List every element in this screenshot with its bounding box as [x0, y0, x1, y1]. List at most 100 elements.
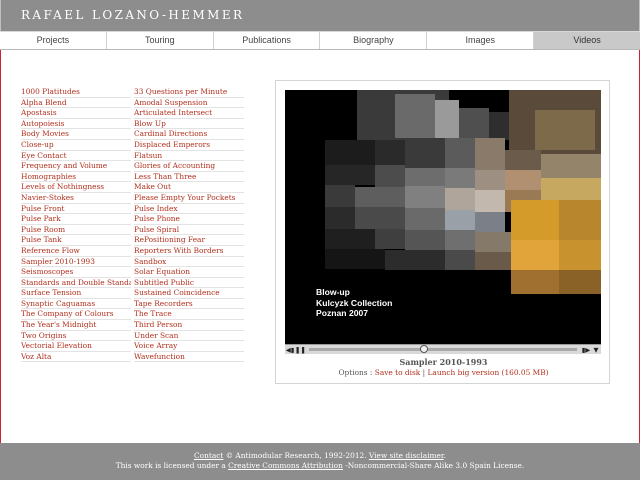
tab-videos[interactable]: Videos: [534, 32, 640, 49]
video-link[interactable]: Tape Recorders: [134, 299, 244, 310]
video-mosaic-tile: [489, 112, 509, 140]
caption-line-2: Kulcyzk Collection: [316, 297, 393, 308]
video-link[interactable]: Pulse Front: [21, 204, 131, 215]
video-link[interactable]: Make Out: [134, 182, 244, 193]
video-link[interactable]: The Trace: [134, 309, 244, 321]
video-link[interactable]: Close-up: [21, 140, 131, 151]
video-link[interactable]: Pulse Phone: [134, 214, 244, 225]
video-link[interactable]: Solar Equation: [134, 267, 244, 278]
video-frame[interactable]: Blow-up Kulcyzk Collection Poznan 2007: [285, 90, 601, 344]
video-link[interactable]: 1000 Platitudes: [21, 87, 131, 98]
video-mosaic-tile: [445, 230, 475, 250]
tab-touring[interactable]: Touring: [107, 32, 214, 49]
video-link[interactable]: Blow Up: [134, 119, 244, 130]
site-title[interactable]: RAFAEL LOZANO-HEMMER: [21, 8, 244, 22]
video-caption: Blow-up Kulcyzk Collection Poznan 2007: [316, 287, 392, 319]
video-mosaic-tile: [445, 250, 475, 270]
video-link[interactable]: Pulse Index: [134, 204, 244, 215]
fast-forward-icon[interactable]: ▮▶: [581, 345, 591, 355]
video-link[interactable]: Two Origins: [21, 331, 131, 342]
tab-publications[interactable]: Publications: [214, 32, 321, 49]
video-mosaic-tile: [505, 170, 541, 190]
footer-period: .: [443, 451, 447, 460]
video-link[interactable]: Frequency and Volume: [21, 161, 131, 172]
video-list-right: 33 Questions per Minute Amodal Suspension…: [134, 87, 244, 363]
video-link[interactable]: Vectorial Elevation: [21, 341, 131, 352]
video-link[interactable]: Voz Alta: [21, 352, 131, 363]
video-link[interactable]: Navier-Stokes: [21, 193, 131, 204]
video-link[interactable]: Third Person: [134, 320, 244, 331]
contact-link[interactable]: Contact: [194, 451, 223, 460]
video-link[interactable]: Less Than Three: [134, 172, 244, 183]
video-link[interactable]: Apostasis: [21, 108, 131, 119]
video-mosaic-tile: [325, 249, 385, 269]
video-player-panel: Blow-up Kulcyzk Collection Poznan 2007 ◀…: [275, 80, 610, 384]
video-link[interactable]: Sampler 2010-1993: [21, 257, 131, 268]
video-link[interactable]: Wavefunction: [134, 352, 244, 363]
video-link[interactable]: Sandbox: [134, 257, 244, 268]
tab-images[interactable]: Images: [427, 32, 535, 49]
video-mosaic-tile: [405, 230, 445, 250]
video-mosaic-tile: [405, 186, 445, 208]
video-link[interactable]: Homographies: [21, 172, 131, 183]
video-link[interactable]: Reference Flow: [21, 246, 131, 257]
seek-handle[interactable]: [420, 345, 429, 353]
video-mosaic-tile: [559, 240, 601, 270]
creative-commons-link[interactable]: Creative Commons Attribution: [228, 461, 343, 470]
video-mosaic-tile: [475, 212, 505, 232]
launch-big-version-link[interactable]: Launch big version (160.05 MB): [428, 368, 549, 377]
video-link[interactable]: Standards and Double Standards: [21, 278, 131, 289]
license-suffix: -Noncommercial-Share Alike 3.0 Spain Lic…: [342, 461, 525, 470]
video-link[interactable]: Sustained Coincidence: [134, 288, 244, 299]
video-link[interactable]: RePositioning Fear: [134, 235, 244, 246]
video-mosaic-tile: [535, 110, 595, 150]
video-link[interactable]: Glories of Accounting: [134, 161, 244, 172]
video-mosaic-tile: [385, 250, 445, 270]
video-link[interactable]: Body Movies: [21, 129, 131, 140]
tab-biography[interactable]: Biography: [320, 32, 428, 49]
video-link[interactable]: Levels of Nothingness: [21, 182, 131, 193]
video-mosaic-tile: [375, 229, 405, 249]
video-mosaic-tile: [325, 140, 375, 165]
video-link[interactable]: Autopoiesis: [21, 119, 131, 130]
video-link[interactable]: Displaced Emperors: [134, 140, 244, 151]
video-link[interactable]: Under Scan: [134, 331, 244, 342]
video-link[interactable]: Amodal Suspension: [134, 98, 244, 109]
video-link[interactable]: Voice Array: [134, 341, 244, 352]
video-mosaic-tile: [435, 100, 459, 138]
video-link[interactable]: 33 Questions per Minute: [134, 87, 244, 98]
rewind-icon[interactable]: ◀▮: [285, 345, 295, 355]
video-mosaic-tile: [505, 150, 541, 170]
video-link[interactable]: Pulse Spiral: [134, 225, 244, 236]
video-link[interactable]: Pulse Room: [21, 225, 131, 236]
volume-icon[interactable]: ▼: [591, 345, 601, 355]
video-link[interactable]: Reporters With Borders: [134, 246, 244, 257]
tab-projects[interactable]: Projects: [0, 32, 107, 49]
video-mosaic-tile: [559, 200, 601, 240]
video-mosaic-tile: [475, 232, 511, 252]
video-link[interactable]: Synaptic Caguamas: [21, 299, 131, 310]
video-mosaic-tile: [559, 270, 601, 294]
video-link[interactable]: Pulse Park: [21, 214, 131, 225]
disclaimer-link[interactable]: View site disclaimer: [369, 451, 444, 460]
video-link[interactable]: Flatsun: [134, 151, 244, 162]
video-link[interactable]: Cardinal Directions: [134, 129, 244, 140]
video-link[interactable]: The Year's Midnight: [21, 320, 131, 331]
site-header: RAFAEL LOZANO-HEMMER: [0, 0, 640, 31]
video-link[interactable]: Pulse Tank: [21, 235, 131, 246]
video-link[interactable]: Seismoscopes: [21, 267, 131, 278]
save-to-disk-link[interactable]: Save to disk: [375, 368, 421, 377]
caption-line-1: Blow-up: [316, 287, 350, 297]
video-link[interactable]: Alpha Blend: [21, 98, 131, 109]
seek-bar[interactable]: [309, 345, 577, 353]
video-link[interactable]: The Company of Colours: [21, 309, 131, 321]
site-footer: Contact © Antimodular Research, 1992-201…: [0, 443, 640, 480]
options-separator: |: [420, 368, 428, 377]
video-link[interactable]: Articulated Intersect: [134, 108, 244, 119]
video-mosaic-tile: [395, 94, 435, 138]
video-link[interactable]: Subtitled Public: [134, 278, 244, 289]
video-link[interactable]: Eye Contact: [21, 151, 131, 162]
video-link[interactable]: Surface Tension: [21, 288, 131, 299]
video-link[interactable]: Please Empty Your Pockets: [134, 193, 244, 204]
pause-icon[interactable]: ❚❚: [295, 345, 306, 355]
